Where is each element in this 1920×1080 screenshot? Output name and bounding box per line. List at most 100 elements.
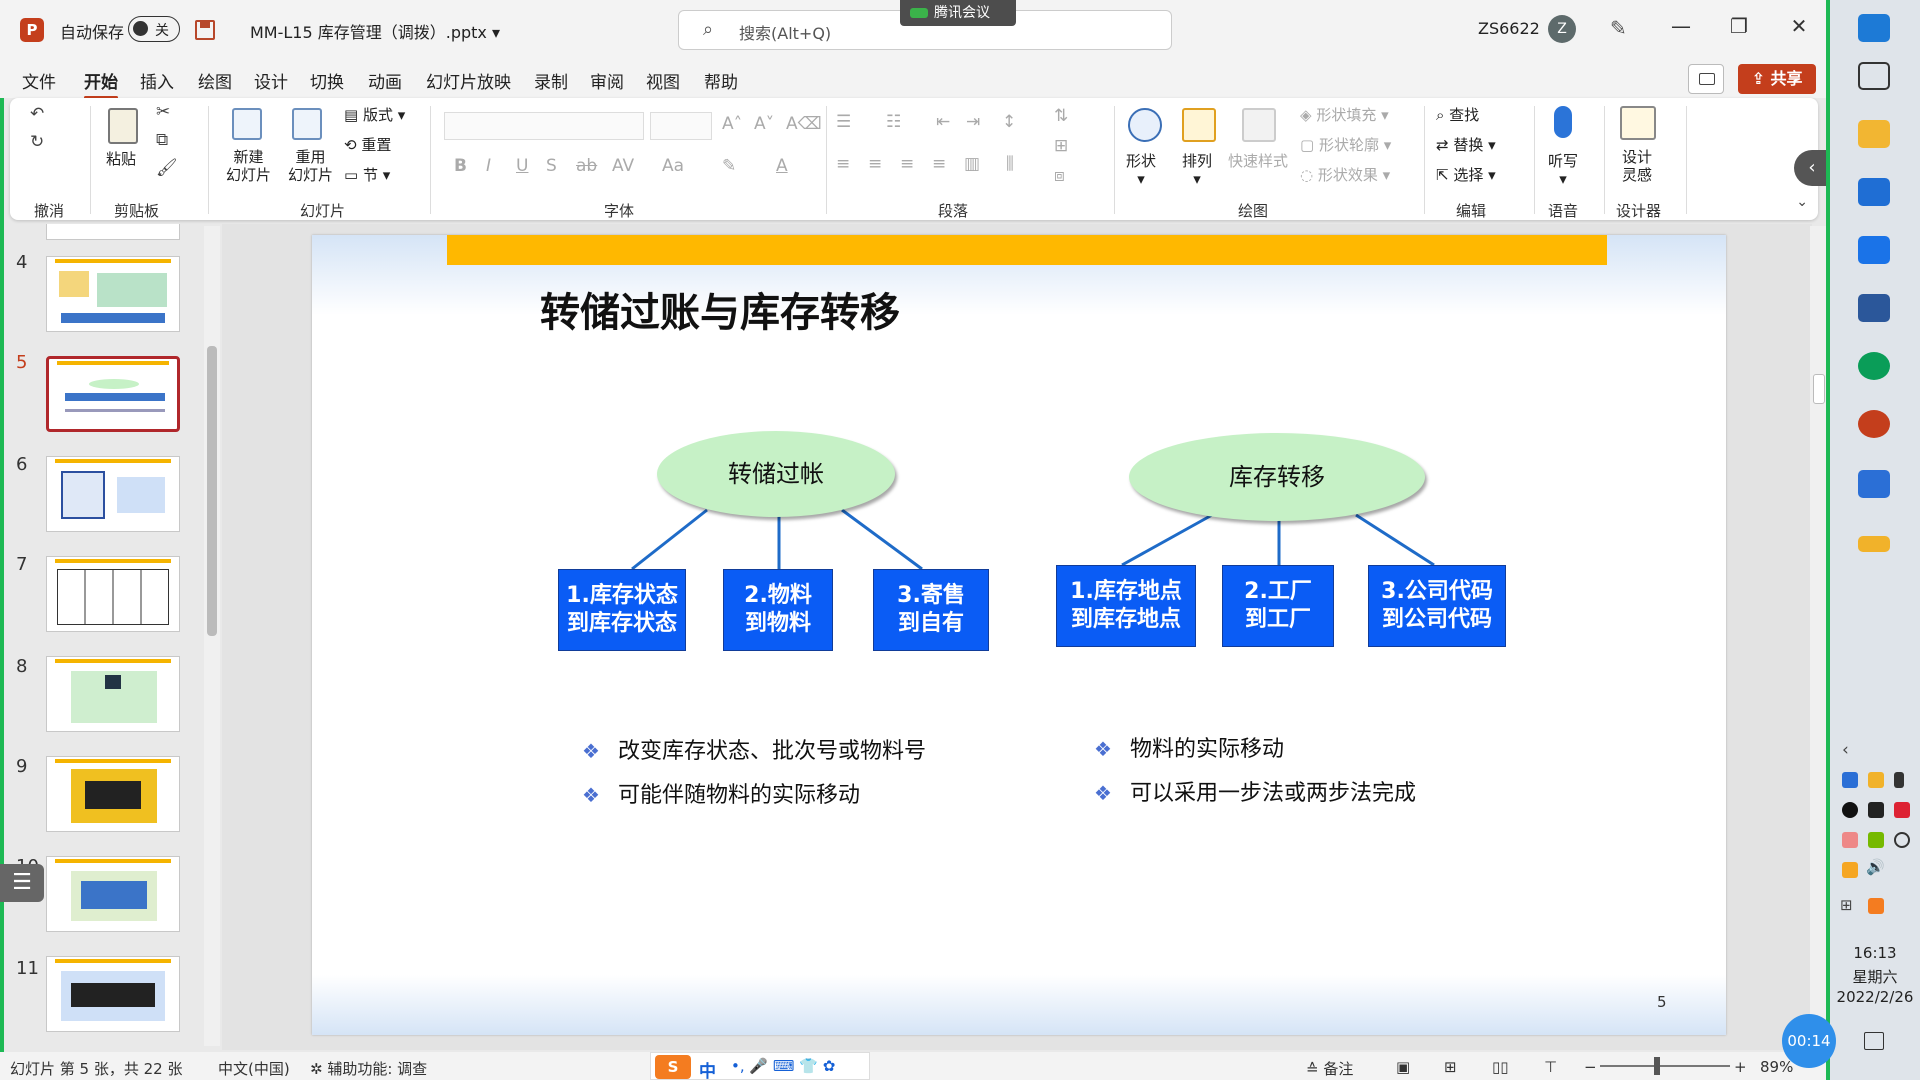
thumbnail-scrollbar[interactable] bbox=[204, 226, 220, 1046]
columns-icon[interactable]: ⫼ bbox=[1006, 154, 1014, 174]
slide-thumbnail[interactable] bbox=[46, 556, 180, 632]
tray-app-icon[interactable] bbox=[1894, 802, 1910, 818]
notification-icon[interactable] bbox=[1864, 1032, 1884, 1050]
font-family-select[interactable] bbox=[444, 112, 644, 140]
zoom-in-icon[interactable]: + bbox=[1734, 1058, 1747, 1076]
tray-app-icon[interactable] bbox=[1842, 862, 1858, 878]
cut-icon[interactable]: ✂ bbox=[156, 102, 170, 122]
reset-button[interactable]: ⟲ 重置 bbox=[344, 136, 391, 154]
slide-thumbnail[interactable] bbox=[46, 956, 180, 1032]
reading-view-icon[interactable]: ▯▯ bbox=[1492, 1058, 1509, 1076]
tab-10[interactable]: 视图 bbox=[646, 68, 680, 93]
tray-meeting-icon[interactable] bbox=[1842, 772, 1858, 788]
right-box-2[interactable]: 2.工厂 到工厂 bbox=[1222, 565, 1334, 647]
decrease-indent-icon[interactable]: ⇤ bbox=[936, 112, 950, 132]
format-painter-icon[interactable]: 🖌 bbox=[156, 158, 178, 178]
share-button[interactable]: ⇪ 共享 bbox=[1738, 64, 1816, 94]
menu-icon[interactable]: ☰ bbox=[0, 864, 44, 902]
left-ellipse-node[interactable]: 转储过帐 bbox=[657, 431, 895, 517]
bold-button[interactable]: B bbox=[454, 156, 467, 176]
new-slide-button[interactable]: 新建 幻灯片 bbox=[226, 148, 271, 184]
app-icon[interactable] bbox=[1858, 536, 1890, 552]
widgets-icon[interactable] bbox=[1858, 62, 1890, 90]
slide-thumbnail[interactable] bbox=[46, 456, 180, 532]
font-size-select[interactable] bbox=[650, 112, 712, 140]
clock-date[interactable]: 2022/2/26 bbox=[1830, 988, 1920, 1006]
powerpoint-taskbar-icon[interactable] bbox=[1858, 410, 1890, 438]
slide-thumbnail[interactable] bbox=[46, 256, 180, 332]
tray-app-icon[interactable] bbox=[1868, 802, 1884, 818]
scrollbar-thumb[interactable] bbox=[207, 346, 217, 636]
slide-thumbnail[interactable] bbox=[46, 756, 180, 832]
shadow-button[interactable]: S bbox=[546, 156, 557, 176]
justify-icon[interactable]: ≡ bbox=[932, 154, 946, 174]
autosave-toggle[interactable]: 关 bbox=[128, 16, 180, 42]
align-right-icon[interactable]: ≡ bbox=[900, 154, 914, 174]
tab-2[interactable]: 插入 bbox=[140, 68, 174, 93]
arrange-button[interactable]: 排列 ▾ bbox=[1182, 152, 1212, 188]
chevron-left-icon[interactable]: ‹ bbox=[1794, 150, 1830, 186]
redo-icon[interactable]: ↻ bbox=[30, 132, 44, 152]
bullets-icon[interactable]: ☰ bbox=[836, 112, 851, 132]
zoom-level[interactable]: 89% bbox=[1760, 1058, 1793, 1076]
file-explorer-icon[interactable] bbox=[1858, 120, 1890, 148]
tab-6[interactable]: 动画 bbox=[368, 68, 402, 93]
slide-canvas[interactable]: 转储过账与库存转移 转储过帐 库存转移 1.库存状态 到库存状态 2.物料 到物料 … bbox=[312, 235, 1726, 1035]
right-box-3[interactable]: 3.公司代码 到公司代码 bbox=[1368, 565, 1506, 647]
change-case-button[interactable]: Aa bbox=[662, 156, 684, 176]
tab-5[interactable]: 切换 bbox=[310, 68, 344, 93]
shape-fill-button[interactable]: ◈ 形状填充 ▾ bbox=[1300, 106, 1389, 124]
tab-3[interactable]: 绘图 bbox=[198, 68, 232, 93]
line-spacing-icon[interactable]: ↕ bbox=[1002, 112, 1016, 132]
tab-9[interactable]: 审阅 bbox=[590, 68, 624, 93]
avatar[interactable]: Z bbox=[1548, 15, 1576, 43]
align-left-icon[interactable]: ≡ bbox=[836, 154, 850, 174]
wifi-icon[interactable] bbox=[1894, 832, 1910, 848]
notes-button[interactable]: ≙ 备注 bbox=[1306, 1058, 1353, 1079]
shape-effects-button[interactable]: ◌ 形状效果 ▾ bbox=[1300, 166, 1390, 184]
distribute-icon[interactable]: ▥ bbox=[964, 154, 980, 174]
pen-icon[interactable]: ✎ bbox=[1610, 16, 1627, 40]
slide-sorter-icon[interactable]: ⊞ bbox=[1444, 1058, 1457, 1076]
select-button[interactable]: ⇱ 选择 ▾ bbox=[1436, 166, 1496, 184]
smartart-icon[interactable]: ⧈ bbox=[1054, 166, 1065, 186]
language-indicator[interactable]: 中文(中国) bbox=[218, 1058, 290, 1079]
word-icon[interactable] bbox=[1858, 294, 1890, 322]
slide-thumbnail[interactable] bbox=[46, 224, 180, 240]
meeting-timer[interactable]: 00:14 bbox=[1782, 1014, 1836, 1068]
accessibility-status[interactable]: ✲ 辅助功能: 调查 bbox=[310, 1058, 427, 1079]
tencent-meeting-icon[interactable] bbox=[1858, 470, 1890, 498]
slide-thumbnail[interactable] bbox=[46, 356, 180, 432]
left-box-2[interactable]: 2.物料 到物料 bbox=[723, 569, 833, 651]
increase-font-icon[interactable]: A˄ bbox=[722, 114, 742, 134]
scrollbar-thumb[interactable] bbox=[1813, 374, 1825, 404]
app-icon[interactable] bbox=[1858, 352, 1890, 380]
restore-icon[interactable]: ❐ bbox=[1724, 14, 1754, 38]
text-direction-icon[interactable]: ⇅ bbox=[1054, 106, 1068, 126]
right-bullet-2[interactable]: ❖ 可以采用一步法或两步法完成 bbox=[1094, 775, 1416, 807]
italic-button[interactable]: I bbox=[486, 156, 491, 176]
reuse-slides-button[interactable]: 重用 幻灯片 bbox=[288, 148, 333, 184]
account-name[interactable]: ZS6622 bbox=[1478, 19, 1540, 38]
shapes-button[interactable]: 形状 ▾ bbox=[1126, 152, 1156, 188]
volume-icon[interactable]: 🔊 bbox=[1866, 858, 1885, 876]
left-box-1[interactable]: 1.库存状态 到库存状态 bbox=[558, 569, 686, 651]
strikethrough-button[interactable]: ab bbox=[576, 156, 597, 176]
left-bullet-2[interactable]: ❖ 可能伴随物料的实际移动 bbox=[582, 777, 860, 809]
meeting-badge[interactable]: 腾讯会议 bbox=[900, 0, 1016, 26]
left-box-3[interactable]: 3.寄售 到自有 bbox=[873, 569, 989, 651]
undo-icon[interactable]: ↶ bbox=[30, 104, 44, 124]
tray-app-icon[interactable] bbox=[1842, 832, 1858, 848]
normal-view-icon[interactable]: ▣ bbox=[1396, 1058, 1410, 1076]
section-button[interactable]: ▭ 节 ▾ bbox=[344, 166, 390, 184]
right-bullet-1[interactable]: ❖ 物料的实际移动 bbox=[1094, 731, 1284, 763]
highlight-icon[interactable]: ✎ bbox=[722, 156, 736, 176]
font-color-button[interactable]: A bbox=[776, 156, 788, 176]
char-spacing-button[interactable]: AV bbox=[612, 156, 634, 176]
right-ellipse-node[interactable]: 库存转移 bbox=[1129, 433, 1425, 521]
clear-format-icon[interactable]: A⌫ bbox=[786, 114, 822, 134]
tray-app-icon[interactable] bbox=[1868, 772, 1884, 788]
comment-icon[interactable] bbox=[1688, 64, 1724, 94]
tray-mic-icon[interactable] bbox=[1894, 772, 1904, 788]
replace-button[interactable]: ⇄ 替换 ▾ bbox=[1436, 136, 1496, 154]
